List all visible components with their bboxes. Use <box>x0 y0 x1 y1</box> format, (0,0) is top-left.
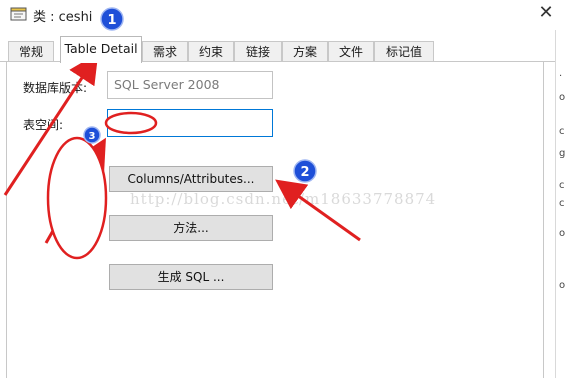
table-detail-panel <box>6 62 544 378</box>
tab-label: 标记值 <box>385 45 422 59</box>
background-char: c <box>559 198 565 209</box>
close-button[interactable]: ✕ <box>536 3 556 23</box>
background-char: g <box>559 148 566 159</box>
tab-label: 方案 <box>292 45 317 59</box>
tab-label: 链接 <box>245 45 270 59</box>
tablespace-label: 表空间: <box>23 118 64 132</box>
tab-requirements[interactable]: 需求 <box>142 41 188 61</box>
columns-attributes-button[interactable]: Columns/Attributes... <box>109 166 273 192</box>
tab-links[interactable]: 链接 <box>234 41 282 61</box>
db-version-value: SQL Server 2008 <box>114 77 220 92</box>
tab-bar: 常规 Table Detail 需求 约束 链接 方案 文件 标记值 <box>0 36 555 63</box>
background-char: o <box>559 92 566 103</box>
class-window-icon <box>10 7 27 21</box>
generate-sql-button[interactable]: 生成 SQL ... <box>109 264 273 290</box>
button-label: 生成 SQL ... <box>157 270 225 284</box>
tab-constraints[interactable]: 约束 <box>188 41 234 61</box>
db-version-label: 数据库版本: <box>23 81 88 95</box>
tab-label: Table Detail <box>64 41 138 56</box>
close-icon: ✕ <box>538 2 554 23</box>
background-window-edge: . o c g c c o o <box>555 30 569 378</box>
background-char: c <box>559 126 565 137</box>
tab-table-detail[interactable]: Table Detail <box>60 36 142 63</box>
tab-scenarios[interactable]: 方案 <box>282 41 328 61</box>
tab-tagged-values[interactable]: 标记值 <box>374 41 434 61</box>
background-char: . <box>559 68 563 79</box>
methods-button[interactable]: 方法... <box>109 215 273 241</box>
tab-label: 需求 <box>152 45 177 59</box>
tab-label: 约束 <box>198 45 223 59</box>
watermark: http://blog.csdn.net/m18633778874 <box>130 190 437 208</box>
tab-label: 常规 <box>18 45 43 59</box>
db-version-field[interactable]: SQL Server 2008 <box>107 71 273 99</box>
background-char: o <box>559 228 566 239</box>
background-char: c <box>559 180 565 191</box>
background-char: o <box>559 280 566 291</box>
window-title: 类 : ceshi <box>33 10 93 25</box>
tab-label: 文件 <box>338 45 363 59</box>
button-label: Columns/Attributes... <box>127 172 255 186</box>
tab-files[interactable]: 文件 <box>328 41 374 61</box>
tablespace-field[interactable] <box>107 109 273 137</box>
button-label: 方法... <box>173 221 209 235</box>
title-bar: 类 : ceshi ✕ <box>0 0 555 30</box>
tab-general[interactable]: 常规 <box>8 41 54 61</box>
